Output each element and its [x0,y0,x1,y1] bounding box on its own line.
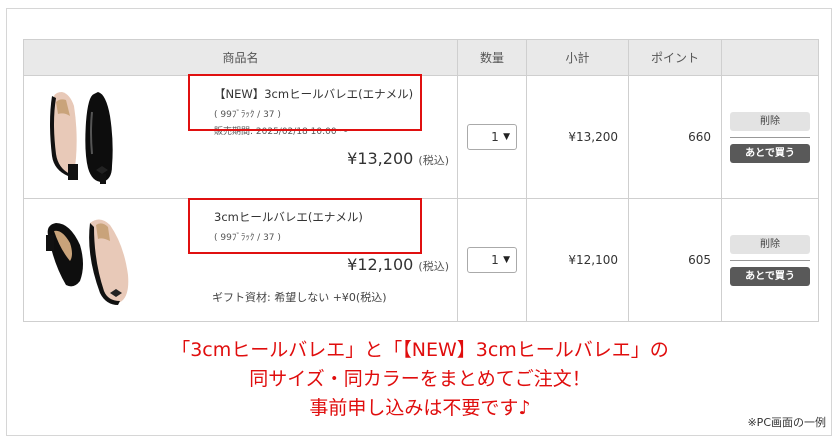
promo-line-1: 「3cmヒールバレエ」と「【NEW】3cmヒールバレエ」の [171,339,669,361]
points-cell: 605 [628,198,722,322]
quantity-cell: 1 ▼ [457,75,527,199]
pc-screen-note: ※PC画面の一例 [747,416,826,429]
actions-cell: 削除 あとで買う [721,75,819,199]
chevron-down-icon: ▼ [503,132,510,142]
product-image-shoe[interactable] [40,205,140,315]
cart-table: 商品名 数量 小計 ポイント 【NEW】3cmヒールバレエ(エナメル) (99… [23,39,819,322]
header-subtotal: 小計 [526,39,629,76]
table-row: 【NEW】3cmヒールバレエ(エナメル) ( 99ﾌﾞﾗｯｸ / 37 ) 販売… [23,74,819,199]
highlight-box [188,198,422,254]
product-image-shoe[interactable] [40,82,140,192]
header-product-name: 商品名 [23,39,458,76]
actions-cell: 削除 あとで買う [721,198,819,322]
highlight-box [188,74,422,131]
divider [730,259,810,261]
subtotal-cell: ¥13,200 [526,75,629,199]
product-price: ¥13,200 [347,149,414,168]
cart-table-header: 商品名 数量 小計 ポイント [23,39,819,76]
product-price: ¥12,100 [347,255,414,274]
quantity-value: 1 [491,253,499,267]
tax-label: (税込) [418,154,449,167]
quantity-cell: 1 ▼ [457,198,527,322]
header-actions [721,39,819,76]
tax-label: (税込) [418,260,449,273]
price-line: ¥13,200 (税込) [347,149,449,168]
quantity-select[interactable]: 1 ▼ [467,124,517,150]
divider [730,136,810,138]
product-cell: 3cmヒールバレエ(エナメル) ( 99ﾌﾞﾗｯｸ / 37 ) ¥12,100… [23,198,458,322]
delete-button[interactable]: 削除 [730,234,810,254]
delete-button[interactable]: 削除 [730,111,810,131]
quantity-value: 1 [491,130,499,144]
header-quantity: 数量 [457,39,527,76]
chevron-down-icon: ▼ [503,255,510,265]
quantity-select[interactable]: 1 ▼ [467,247,517,273]
buy-later-button[interactable]: あとで買う [730,143,810,163]
gift-option: ギフト資材: 希望しない +¥0(税込) [212,291,387,304]
product-cell: 【NEW】3cmヒールバレエ(エナメル) ( 99ﾌﾞﾗｯｸ / 37 ) 販売… [23,74,458,199]
buy-later-button[interactable]: あとで買う [730,266,810,286]
promo-line-3: 事前申し込みは不要です♪ [309,397,531,419]
header-points: ポイント [628,39,722,76]
promo-line-2: 同サイズ・同カラーをまとめてご注文！ [249,368,591,390]
price-line: ¥12,100 (税込) [347,255,449,274]
subtotal-cell: ¥12,100 [526,198,629,322]
points-cell: 660 [628,75,722,199]
table-row: 3cmヒールバレエ(エナメル) ( 99ﾌﾞﾗｯｸ / 37 ) ¥12,100… [23,198,819,322]
